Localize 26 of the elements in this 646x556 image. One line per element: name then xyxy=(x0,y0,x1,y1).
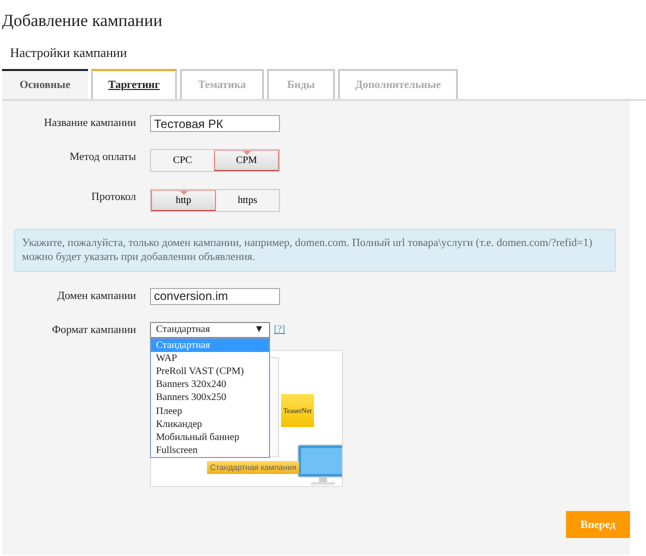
field-label: Метод оплаты xyxy=(68,150,137,163)
preview-caption: Стандартная кампания xyxy=(207,461,300,474)
dropdown-option[interactable]: PreRoll VAST (CPM) xyxy=(151,364,269,378)
format-dropdown[interactable]: Стандартная ▼ xyxy=(150,322,270,338)
dropdown-option[interactable]: Banners 320x240 xyxy=(151,378,269,392)
field-label: Формат кампании xyxy=(50,322,137,336)
field-label: Протокол xyxy=(90,190,137,203)
segment-option[interactable]: https xyxy=(216,190,279,211)
text-field[interactable]: conversion.im xyxy=(150,288,280,305)
dropdown-option[interactable]: Кликандер xyxy=(151,418,269,431)
dropdown-option[interactable]: Плеер xyxy=(151,404,269,418)
segment-option[interactable]: CPC xyxy=(151,150,214,171)
field-label: Домен кампании xyxy=(56,288,137,302)
tab[interactable]: Таргетинг xyxy=(91,69,177,99)
dropdown-option[interactable]: WAP xyxy=(151,352,269,365)
page-title: Добавление кампании xyxy=(1,10,164,32)
dropdown-option[interactable]: Мобильный баннер xyxy=(151,430,269,444)
tab[interactable]: Основные xyxy=(2,69,88,99)
section-title: Настройки кампании xyxy=(9,44,128,62)
dropdown-option[interactable]: Banners 300x250 xyxy=(151,391,269,405)
dropdown-option[interactable]: Fullscreen xyxy=(151,444,269,458)
info-message: Укажите, пожалуйста, только домен кампании, например, domen.com. Полный url товара\услуги (т.е. domen.com/?refid=1) можно будет указать при добавлении объявления. xyxy=(14,229,616,272)
segment-option[interactable]: CPM xyxy=(214,150,279,171)
segment-option[interactable]: http xyxy=(151,190,216,211)
text-field[interactable]: Тестовая РК xyxy=(150,115,280,132)
field-label: Название кампании xyxy=(43,116,137,129)
